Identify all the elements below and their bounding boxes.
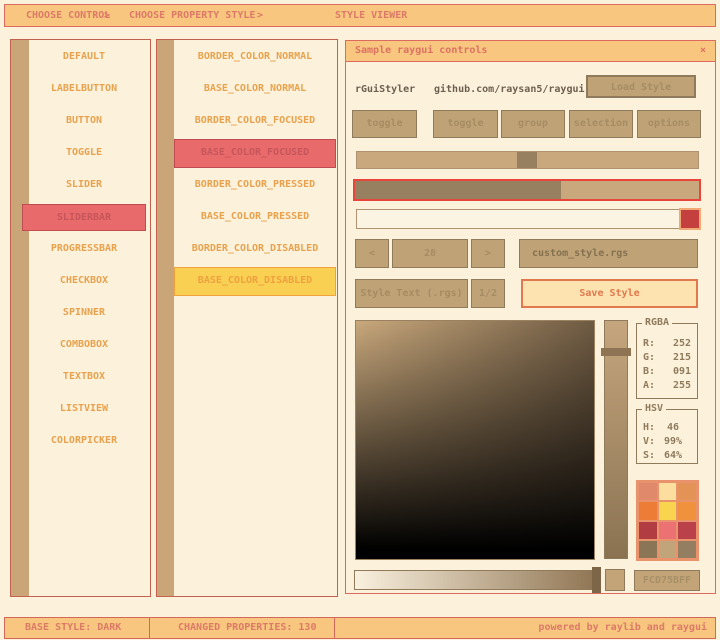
breadcrumb-separator-icon: >	[104, 5, 110, 26]
window-titlebar[interactable]: Sample raygui controls ×	[346, 41, 715, 62]
control-item-default[interactable]: DEFAULT	[22, 44, 146, 71]
filename-input[interactable]: custom_style.rgs	[519, 239, 698, 268]
control-item-slider[interactable]: SLIDER	[22, 172, 146, 199]
progress-fill	[355, 181, 561, 199]
toggle-group-options[interactable]: options	[637, 110, 701, 138]
control-item-button[interactable]: BUTTON	[22, 108, 146, 135]
control-item-sliderbar[interactable]: SLIDERBAR	[22, 204, 146, 231]
controls-list-panel: DEFAULT LABELBUTTON BUTTON TOGGLE SLIDER…	[10, 39, 151, 597]
slider-handle[interactable]	[517, 152, 537, 168]
properties-scrollbar[interactable]	[157, 40, 174, 596]
swatch[interactable]	[659, 541, 677, 558]
status-changed-properties: CHANGED PROPERTIES: 130	[149, 617, 335, 639]
breadcrumb-style-viewer: STYLE VIEWER	[335, 5, 407, 26]
swatch[interactable]	[659, 502, 677, 519]
sample-textbox[interactable]	[356, 209, 682, 229]
swatch[interactable]	[678, 502, 696, 519]
property-item-border-color-normal[interactable]: BORDER_COLOR_NORMAL	[174, 44, 336, 71]
hsv-h-label: H:	[643, 421, 655, 435]
property-item-base-color-normal[interactable]: BASE_COLOR_NORMAL	[174, 76, 336, 103]
rgba-g-label: G:	[643, 351, 655, 365]
repo-link[interactable]: github.com/raysan5/raygui	[434, 83, 585, 97]
hsv-s-value: 64%	[664, 449, 682, 463]
toggle-group-selection[interactable]: selection	[569, 110, 633, 138]
swatch[interactable]	[678, 541, 696, 558]
swatch[interactable]	[678, 522, 696, 539]
swatch[interactable]	[678, 483, 696, 500]
rgba-g-value: 215	[673, 351, 691, 365]
color-picker-square[interactable]	[355, 320, 595, 560]
breadcrumb-separator-icon: >	[257, 5, 263, 26]
swatch[interactable]	[639, 502, 657, 519]
control-item-toggle[interactable]: TOGGLE	[22, 140, 146, 167]
sample-controls-window: Sample raygui controls × rGuiStyler gith…	[345, 40, 716, 594]
rgba-panel: RGBA R:252 G:215 B:091 A:255	[636, 323, 698, 399]
properties-list-panel: BORDER_COLOR_NORMAL BASE_COLOR_NORMAL BO…	[156, 39, 338, 597]
control-item-combobox[interactable]: COMBOBOX	[22, 332, 146, 359]
rgba-a-label: A:	[643, 379, 655, 393]
app-name-label: rGuiStyler	[355, 83, 415, 97]
page-indicator-button[interactable]: 1/2	[471, 279, 505, 308]
rgba-r-label: R:	[643, 337, 655, 351]
selected-color-swatch	[605, 569, 625, 591]
control-item-colorpicker[interactable]: COLORPICKER	[22, 428, 146, 455]
color-preview-button[interactable]	[679, 208, 701, 230]
status-base-style: BASE STYLE: DARK	[4, 617, 150, 639]
breadcrumb-choose-property-style: CHOOSE PROPERTY STYLE	[129, 5, 255, 26]
rgba-b-label: B:	[643, 365, 655, 379]
property-item-base-color-disabled[interactable]: BASE_COLOR_DISABLED	[174, 267, 336, 296]
property-item-base-color-focused[interactable]: BASE_COLOR_FOCUSED	[174, 139, 336, 168]
property-item-border-color-disabled[interactable]: BORDER_COLOR_DISABLED	[174, 236, 336, 263]
rgba-r-value: 252	[673, 337, 691, 351]
toggle-group-group[interactable]: group	[501, 110, 565, 138]
toggle-group-toggle[interactable]: toggle	[433, 110, 498, 138]
property-item-border-color-focused[interactable]: BORDER_COLOR_FOCUSED	[174, 108, 336, 135]
style-text-button[interactable]: Style Text (.rgs)	[355, 279, 468, 308]
swatch[interactable]	[659, 483, 677, 500]
rgba-panel-title: RGBA	[642, 317, 672, 328]
swatch-grid	[636, 480, 699, 561]
alpha-slider[interactable]	[354, 570, 599, 590]
progress-bar	[353, 179, 701, 201]
hsv-v-label: V:	[643, 435, 655, 449]
control-item-listview[interactable]: LISTVIEW	[22, 396, 146, 423]
hsv-s-label: S:	[643, 449, 655, 463]
control-item-labelbutton[interactable]: LABELBUTTON	[22, 76, 146, 103]
rgba-a-value: 255	[673, 379, 691, 393]
spinner-decrement-button[interactable]: <	[355, 239, 389, 268]
swatch[interactable]	[639, 541, 657, 558]
slider[interactable]	[356, 151, 699, 169]
hue-slider[interactable]	[604, 320, 628, 559]
control-item-checkbox[interactable]: CHECKBOX	[22, 268, 146, 295]
spinner-increment-button[interactable]: >	[471, 239, 505, 268]
window-title: Sample raygui controls	[355, 45, 487, 56]
property-item-base-color-pressed[interactable]: BASE_COLOR_PRESSED	[174, 204, 336, 231]
toggle-button[interactable]: toggle	[352, 110, 417, 138]
alpha-slider-handle[interactable]	[592, 567, 601, 593]
hsv-v-value: 99%	[664, 435, 682, 449]
hsv-h-value: 46	[667, 421, 679, 435]
rgba-b-value: 091	[673, 365, 691, 379]
load-style-button[interactable]: Load Style	[586, 75, 696, 98]
control-item-progressbar[interactable]: PROGRESSBAR	[22, 236, 146, 263]
property-item-border-color-pressed[interactable]: BORDER_COLOR_PRESSED	[174, 172, 336, 199]
hsv-panel: HSV H:46 V:99% S:64%	[636, 409, 698, 464]
breadcrumb-choose-control: CHOOSE CONTROL	[26, 5, 110, 26]
spinner-value[interactable]: 28	[392, 239, 468, 268]
swatch[interactable]	[639, 522, 657, 539]
swatch[interactable]	[659, 522, 677, 539]
save-style-button[interactable]: Save Style	[521, 279, 698, 308]
hue-slider-handle[interactable]	[601, 348, 631, 356]
control-item-spinner[interactable]: SPINNER	[22, 300, 146, 327]
swatch[interactable]	[639, 483, 657, 500]
hsv-panel-title: HSV	[642, 403, 666, 414]
control-item-textbox[interactable]: TEXTBOX	[22, 364, 146, 391]
status-powered-by: powered by raylib and raygui	[334, 617, 716, 639]
hex-color-input[interactable]: FCD75BFF	[634, 570, 700, 591]
close-icon[interactable]: ×	[700, 41, 706, 61]
top-status-bar: CHOOSE CONTROL > CHOOSE PROPERTY STYLE >…	[4, 4, 716, 27]
